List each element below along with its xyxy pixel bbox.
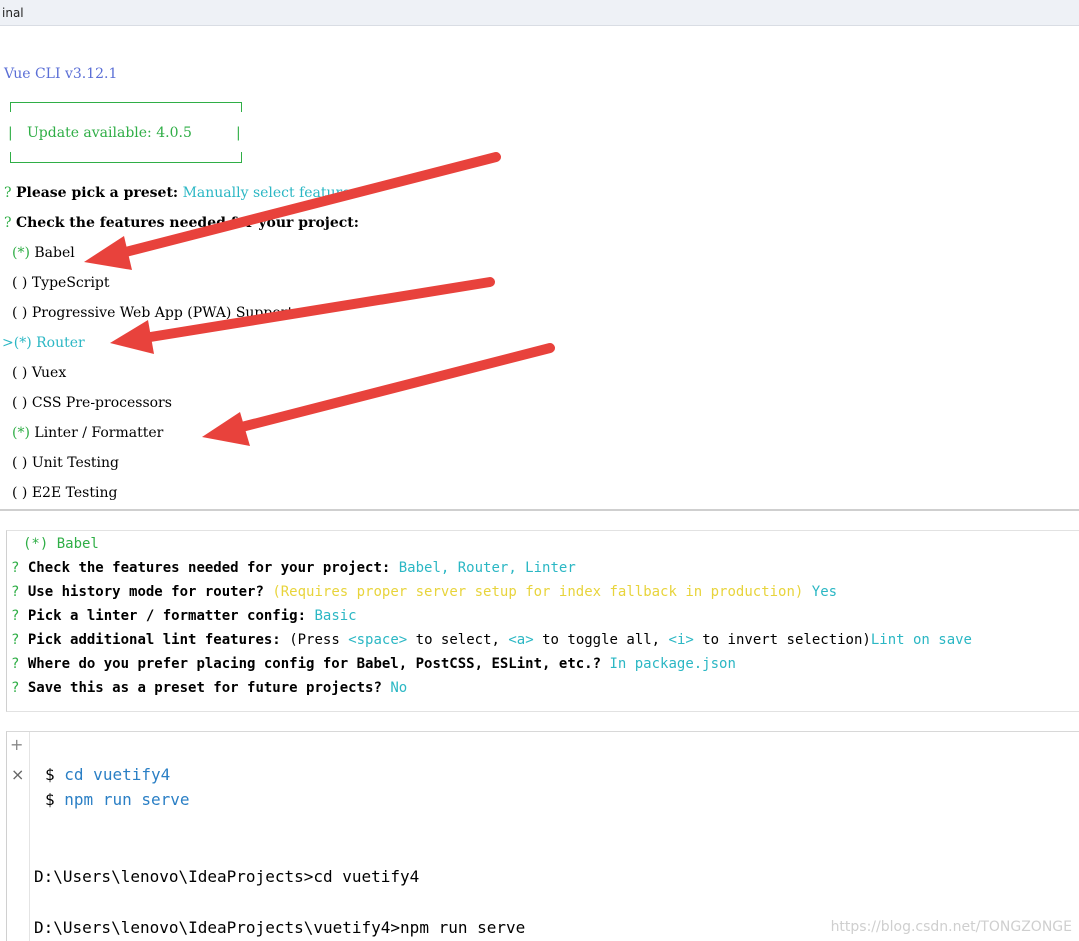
feature-option-unit[interactable]: ( ) Unit Testing [12, 455, 119, 471]
feature-option-vuex[interactable]: ( ) Vuex [12, 365, 66, 381]
summary-line-config: ? Where do you prefer placing config for… [11, 656, 736, 672]
update-box-top [10, 102, 242, 103]
prompt-symbol: $ [45, 765, 55, 784]
instruction-command: cd vuetify4 [64, 765, 171, 784]
update-box-tr [241, 102, 242, 112]
summary-question: Pick a linter / formatter config: [27, 608, 307, 624]
new-terminal-icon[interactable]: + [10, 735, 23, 754]
update-box-bl [10, 152, 11, 162]
summary-hint-text: to select, [407, 632, 509, 648]
feature-option-typescript[interactable]: ( ) TypeScript [12, 275, 110, 291]
update-box-bottom [10, 162, 242, 163]
summary-question: Use history mode for router? [27, 584, 264, 600]
feature-label: TypeScript [31, 275, 110, 291]
checkbox-selected[interactable]: (*) [12, 245, 30, 261]
checkbox-selected[interactable]: (*) [14, 335, 32, 351]
update-box-tl [10, 102, 11, 112]
terminal-panel: + × $ cd vuetify4 $ npm run serve D:\Use… [6, 731, 1079, 941]
checkbox-empty[interactable]: ( ) [12, 275, 27, 291]
checkbox-empty[interactable]: ( ) [12, 395, 27, 411]
summary-hint-text: to toggle all, [533, 632, 669, 648]
feature-label: Linter / Formatter [34, 425, 164, 441]
summary-line-linter: ? Pick a linter / formatter config: Basi… [11, 608, 357, 624]
terminal-output-line[interactable]: D:\Users\lenovo\IdeaProjects>cd vuetify4 [34, 867, 419, 886]
cli-panel: Vue CLI v3.12.1 | Update available: 4.0.… [0, 26, 1079, 510]
summary-qmark: ? [11, 680, 20, 696]
update-box-left: | [8, 125, 13, 141]
feature-label: Progressive Web App (PWA) Support [31, 305, 294, 321]
instruction-command: npm run serve [64, 790, 190, 809]
feature-option-pwa[interactable]: ( ) Progressive Web App (PWA) Support [12, 305, 293, 321]
update-notice: Update available: 4.0.5 [27, 125, 192, 141]
feature-option-e2e[interactable]: ( ) E2E Testing [12, 485, 117, 501]
cli-version: Vue CLI v3.12.1 [4, 66, 118, 82]
cursor-indicator: > [2, 335, 14, 351]
update-box-right: | [236, 125, 241, 141]
preset-question: Please pick a preset: [15, 185, 179, 201]
features-qmark: ? [4, 215, 12, 231]
summary-qmark: ? [11, 656, 20, 672]
summary-answer: No [390, 680, 408, 696]
summary-key-a: <a> [508, 632, 534, 648]
checkbox-selected[interactable]: (*) [12, 425, 30, 441]
feature-label: Unit Testing [31, 455, 119, 471]
instruction-line-2: $ npm run serve [45, 790, 190, 809]
feature-option-linter[interactable]: (*) Linter / Formatter [12, 425, 163, 441]
checkbox-empty[interactable]: ( ) [12, 485, 27, 501]
summary-hint-pre: (Press [289, 632, 349, 648]
window-titlebar: inal [0, 0, 1079, 26]
update-box-br [241, 152, 242, 162]
summary-top-item: (*) Babel [23, 536, 99, 552]
feature-label: CSS Pre-processors [31, 395, 172, 411]
terminal-output-line[interactable]: D:\Users\lenovo\IdeaProjects\vuetify4>np… [34, 918, 525, 937]
checkbox-empty[interactable]: ( ) [12, 365, 27, 381]
summary-key-i: <i> [668, 632, 694, 648]
feature-option-router[interactable]: >(*) Router [2, 335, 85, 351]
summary-answer: Yes [811, 584, 838, 600]
summary-answer: Basic [314, 608, 357, 624]
summary-answer: Lint on save [870, 632, 972, 648]
instruction-line-1: $ cd vuetify4 [45, 765, 170, 784]
preset-answer: Manually select features [182, 185, 358, 201]
summary-question: Check the features needed for your proje… [27, 560, 391, 576]
summary-question: Save this as a preset for future project… [27, 680, 382, 696]
summary-answer: Babel, Router, Linter [398, 560, 576, 576]
summary-qmark: ? [11, 632, 20, 648]
summary-qmark: ? [11, 608, 20, 624]
summary-line-features: ? Check the features needed for your pro… [11, 560, 576, 576]
preset-qmark: ? [4, 185, 12, 201]
summary-hint-text: to invert selection) [693, 632, 871, 648]
feature-option-babel[interactable]: (*) Babel [12, 245, 75, 261]
features-question: Check the features needed for your proje… [15, 215, 359, 231]
feature-label: Vuex [31, 365, 67, 381]
feature-option-css[interactable]: ( ) CSS Pre-processors [12, 395, 172, 411]
features-line: ? Check the features needed for your pro… [4, 215, 359, 231]
summary-question: Where do you prefer placing config for B… [27, 656, 602, 672]
terminal-gutter-divider [29, 732, 30, 941]
summary-panel: (*) Babel ? Check the features needed fo… [6, 530, 1079, 712]
summary-hint: (Requires proper server setup for index … [272, 584, 804, 600]
window-title: inal [2, 6, 24, 20]
feature-label: Babel [34, 245, 75, 261]
panel-separator [0, 509, 1079, 511]
feature-label: E2E Testing [31, 485, 118, 501]
summary-qmark: ? [11, 560, 20, 576]
close-terminal-icon[interactable]: × [11, 765, 24, 784]
watermark: https://blog.csdn.net/TONGZONGE [830, 919, 1072, 935]
preset-line: ? Please pick a preset: Manually select … [4, 185, 358, 201]
summary-qmark: ? [11, 584, 20, 600]
checkbox-empty[interactable]: ( ) [12, 455, 27, 471]
summary-line-history: ? Use history mode for router? (Requires… [11, 584, 837, 600]
prompt-symbol: $ [45, 790, 55, 809]
summary-line-save-preset: ? Save this as a preset for future proje… [11, 680, 407, 696]
summary-line-lint-features: ? Pick additional lint features: (Press … [11, 632, 972, 648]
checkbox-empty[interactable]: ( ) [12, 305, 27, 321]
feature-label: Router [36, 335, 85, 351]
summary-question: Pick additional lint features: [27, 632, 281, 648]
summary-key-space: <space> [348, 632, 408, 648]
summary-answer: In package.json [609, 656, 736, 672]
